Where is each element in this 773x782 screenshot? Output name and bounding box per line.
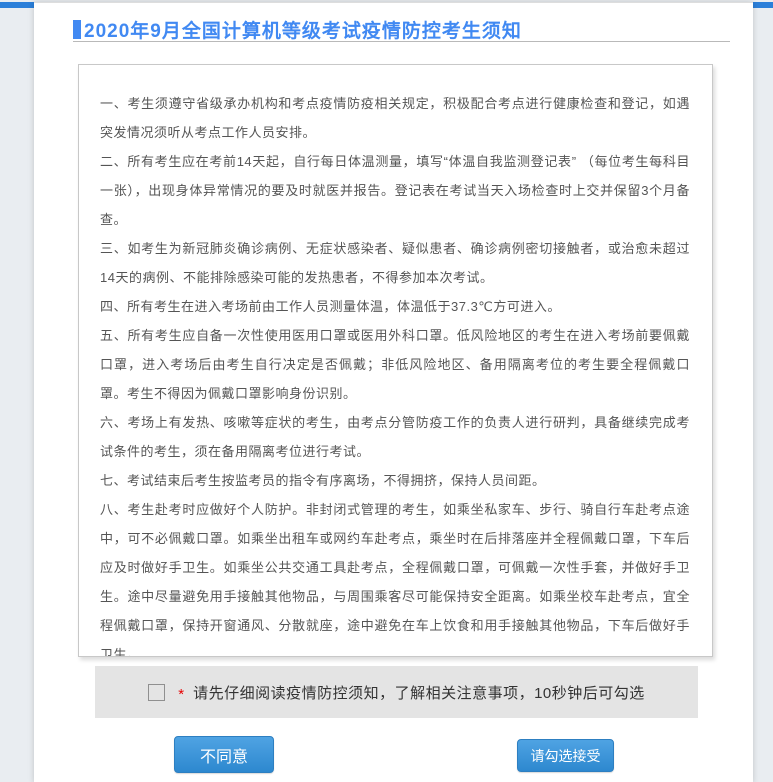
disagree-button[interactable]: 不同意 bbox=[174, 736, 274, 773]
page-title: 2020年9月全国计算机等级考试疫情防控考生须知 bbox=[84, 16, 522, 43]
notice-paragraph: 五、所有考生应自备一次性使用医用口罩或医用外科口罩。低风险地区的考生在进入考场前… bbox=[100, 321, 690, 408]
page-header: 2020年9月全国计算机等级考试疫情防控考生须知 bbox=[73, 16, 522, 43]
notice-paragraph: 四、所有考生在进入考场前由工作人员测量体温，体温低于37.3℃方可进入。 bbox=[100, 292, 690, 321]
notice-paragraph: 八、考生赴考时应做好个人防护。非封闭式管理的考生，如乘坐私家车、步行、骑自行车赴… bbox=[100, 495, 690, 657]
title-marker bbox=[73, 20, 81, 39]
agreement-bar: * 请先仔细阅读疫情防控须知，了解相关注意事项，10秒钟后可勾选 bbox=[95, 666, 698, 718]
notice-paragraph: 三、如考生为新冠肺炎确诊病例、无症状感染者、疑似患者、确诊病例密切接触者，或治愈… bbox=[100, 234, 690, 292]
content-card: 2020年9月全国计算机等级考试疫情防控考生须知 一、考生须遵守省级承办机构和考… bbox=[34, 2, 753, 782]
notice-paragraph: 二、所有考生应在考前14天起，自行每日体温测量，填写“体温自我监测登记表” （每… bbox=[100, 147, 690, 234]
accept-button[interactable]: 请勾选接受 bbox=[517, 739, 614, 772]
required-asterisk: * bbox=[178, 683, 184, 702]
notice-paragraph: 七、考试结束后考生按监考员的指令有序离场，不得拥挤，保持人员间距。 bbox=[100, 466, 690, 495]
page-background: 2020年9月全国计算机等级考试疫情防控考生须知 一、考生须遵守省级承办机构和考… bbox=[0, 0, 773, 782]
notice-paragraph: 一、考生须遵守省级承办机构和考点疫情防疫相关规定，积极配合考点进行健康检查和登记… bbox=[100, 89, 690, 147]
agreement-label: 请先仔细阅读疫情防控须知，了解相关注意事项，10秒钟后可勾选 bbox=[193, 682, 645, 703]
agreement-checkbox[interactable] bbox=[148, 684, 165, 701]
notice-paragraph: 六、考场上有发热、咳嗽等症状的考生，由考点分管防疫工作的负责人进行研判，具备继续… bbox=[100, 408, 690, 466]
header-divider bbox=[73, 41, 730, 42]
notice-box: 一、考生须遵守省级承办机构和考点疫情防疫相关规定，积极配合考点进行健康检查和登记… bbox=[78, 64, 713, 657]
